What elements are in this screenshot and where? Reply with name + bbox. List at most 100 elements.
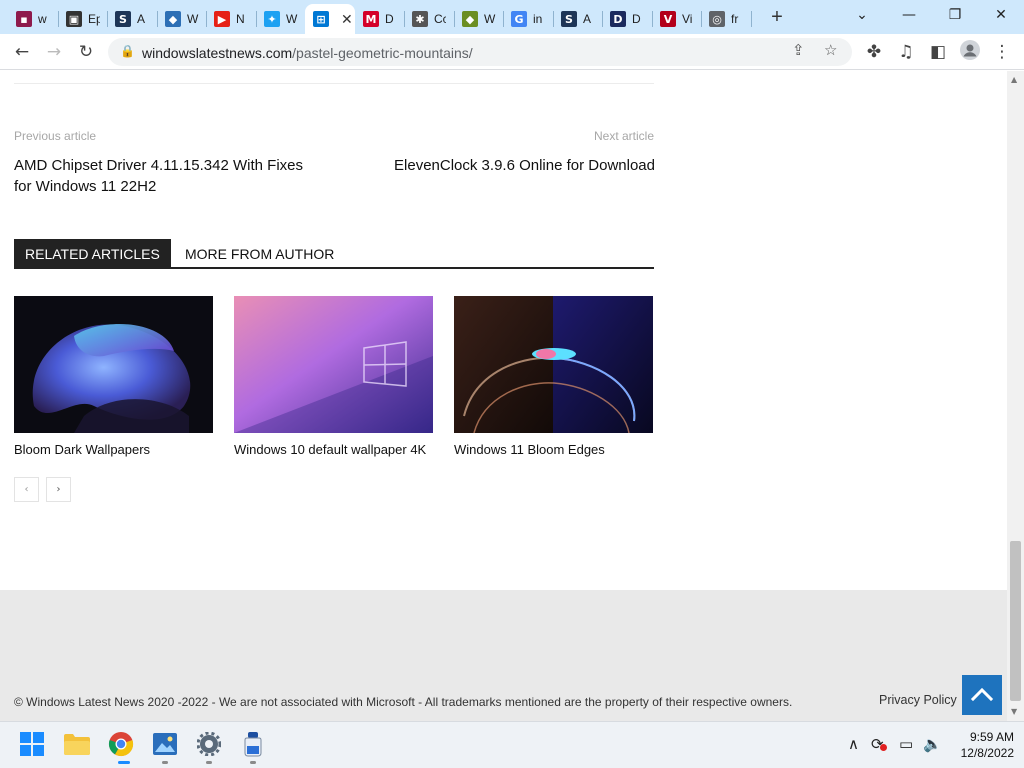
lock-icon[interactable]: 🔒 <box>120 44 135 58</box>
browser-tab[interactable]: ▶ N <box>206 4 256 34</box>
browser-tab[interactable]: SA <box>553 4 603 34</box>
site-footer: © Windows Latest News 2020 -2022 - We ar… <box>0 590 1007 721</box>
divider <box>14 83 654 84</box>
vs-icon: V <box>660 11 676 27</box>
tab-more-from-author[interactable]: MORE FROM AUTHOR <box>174 239 345 268</box>
back-icon[interactable]: ← <box>10 40 34 64</box>
running-app-indicator <box>162 761 168 764</box>
photos-button[interactable] <box>151 730 179 758</box>
settings-button[interactable] <box>195 730 223 758</box>
browser-tab[interactable]: ▣ Ep <box>58 4 108 34</box>
forward-icon[interactable]: → <box>42 40 66 64</box>
tab-related-articles[interactable]: RELATED ARTICLES <box>14 239 171 268</box>
tab-title: Ep <box>88 12 100 26</box>
windows11-bloom-edges-thumbnail[interactable] <box>454 296 653 433</box>
maximize-button[interactable]: ❐ <box>941 4 969 26</box>
browser-tab[interactable]: ◆ W <box>454 4 504 34</box>
tab-title: D <box>632 12 641 26</box>
tab-title: Vi <box>682 12 693 26</box>
related-card[interactable]: Windows 10 default wallpaper 4K <box>234 296 433 457</box>
browser-tab[interactable]: ◆ W <box>157 4 207 34</box>
clock-date[interactable]: 12/8/2022 <box>948 746 1014 760</box>
paint-app-button[interactable] <box>239 730 267 758</box>
url-text[interactable]: windowslatestnews.com/pastel-geometric-m… <box>142 45 473 61</box>
paint-icon: ◆ <box>462 11 478 27</box>
related-card[interactable]: Windows 11 Bloom Edges <box>454 296 653 457</box>
scrollbar-thumb[interactable] <box>1010 541 1021 701</box>
browser-tab[interactable]: ⊞ ✕ <box>305 4 355 34</box>
bookmark-star-icon[interactable]: ☆ <box>824 41 837 59</box>
network-icon[interactable]: ▭ <box>899 735 913 753</box>
sync-icon[interactable]: ⟳ <box>871 735 887 753</box>
share-icon[interactable]: ⇪ <box>792 41 805 59</box>
tab-title: W <box>187 12 199 26</box>
previous-article-link[interactable]: AMD Chipset Driver 4.11.15.342 With Fixe… <box>14 155 314 197</box>
windows10-wallpaper-thumbnail[interactable] <box>234 296 433 433</box>
browser-tab[interactable]: SA <box>107 4 157 34</box>
close-window-button[interactable]: ✕ <box>987 4 1015 26</box>
browser-tab[interactable]: Gin <box>503 4 553 34</box>
browser-tab[interactable]: ▪ w <box>8 4 58 34</box>
youtube-icon: ▶ <box>214 11 230 27</box>
file-explorer-button[interactable] <box>63 730 91 758</box>
back-to-top-button[interactable] <box>962 675 1002 715</box>
tab-title: A <box>137 12 146 26</box>
related-card[interactable]: Bloom Dark Wallpapers <box>14 296 213 457</box>
privacy-policy-link[interactable]: Privacy Policy <box>879 693 957 707</box>
media-control-icon[interactable]: ♫ <box>894 40 918 64</box>
tab-title: Cc <box>434 12 446 26</box>
url-path: /pastel-geometric-mountains/ <box>292 45 473 61</box>
volume-icon[interactable]: 🔈 <box>923 735 942 753</box>
browser-tab[interactable]: MD <box>355 4 405 34</box>
new-tab-button[interactable]: + <box>766 6 788 28</box>
page-scrollbar[interactable]: ▲ ▼ <box>1007 71 1024 721</box>
maroon-square-icon: ▪ <box>16 11 32 27</box>
profile-avatar[interactable] <box>958 40 982 64</box>
related-card-title[interactable]: Windows 10 default wallpaper 4K <box>234 442 433 457</box>
previous-article-label: Previous article <box>14 129 97 143</box>
paint-icon: ◆ <box>165 11 181 27</box>
chrome-button[interactable] <box>107 730 135 758</box>
globe-icon: ◎ <box>709 11 725 27</box>
tab-search-icon[interactable]: ⌄ <box>848 4 876 26</box>
close-tab-icon[interactable]: ✕ <box>341 11 353 28</box>
start-button[interactable] <box>18 730 46 758</box>
minimize-button[interactable]: — <box>895 4 923 26</box>
browser-tab[interactable]: V Vi <box>652 4 702 34</box>
related-card-title[interactable]: Bloom Dark Wallpapers <box>14 442 213 457</box>
running-app-indicator <box>250 761 256 764</box>
show-hidden-icons-button[interactable]: ∧ <box>848 735 859 753</box>
extensions-icon[interactable]: ✤ <box>862 40 886 64</box>
s-logo-icon: S <box>561 11 577 27</box>
bloom-dark-thumbnail[interactable] <box>14 296 213 433</box>
reload-icon[interactable]: ↻ <box>74 40 98 64</box>
chrome-icon <box>108 732 134 757</box>
url-host: windowslatestnews.com <box>142 45 293 61</box>
page-content: Previous article Next article AMD Chipse… <box>0 71 1007 721</box>
carousel-prev-button[interactable]: ‹ <box>14 477 39 502</box>
browser-tab[interactable]: ✱ Cc <box>404 4 454 34</box>
tab-title: w <box>38 12 47 26</box>
photos-icon <box>153 733 177 755</box>
browser-tab[interactable]: DD <box>602 4 652 34</box>
clock-time[interactable]: 9:59 AM <box>958 730 1014 744</box>
address-bar[interactable]: 🔒 windowslatestnews.com/pastel-geometric… <box>108 38 852 66</box>
folder-icon <box>64 734 90 755</box>
scroll-down-icon[interactable]: ▼ <box>1011 707 1017 716</box>
next-article-label: Next article <box>594 129 655 143</box>
copyright-text: © Windows Latest News 2020 -2022 - We ar… <box>14 695 793 709</box>
browser-menu-icon[interactable]: ⋮ <box>990 40 1014 64</box>
related-card-title[interactable]: Windows 11 Bloom Edges <box>454 442 653 457</box>
running-app-indicator <box>206 761 212 764</box>
scroll-up-icon[interactable]: ▲ <box>1011 75 1017 84</box>
carousel-next-button[interactable]: › <box>46 477 71 502</box>
next-article-link[interactable]: ElevenClock 3.9.6 Online for Download <box>393 155 655 176</box>
tab-title: D <box>385 12 394 26</box>
browser-tab[interactable]: ✦ W <box>256 4 306 34</box>
windows-taskbar: ∧ ⟳ ▭ 🔈 9:59 AM 12/8/2022 <box>0 721 1024 768</box>
side-panel-icon[interactable]: ◧ <box>926 40 950 64</box>
chevron-up-icon <box>970 687 994 702</box>
tab-title: in <box>533 12 543 26</box>
browser-tab[interactable]: ◎ fr <box>701 4 751 34</box>
notification-dot <box>880 744 887 751</box>
